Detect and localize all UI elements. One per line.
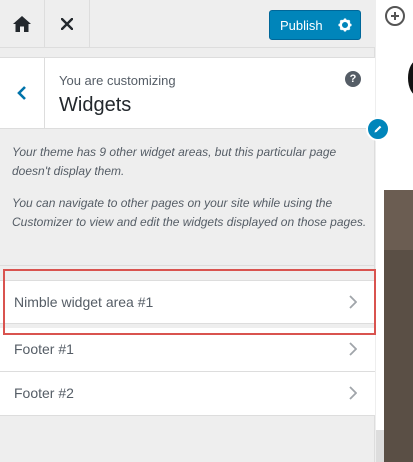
home-icon (13, 15, 31, 32)
chevron-right-icon (349, 295, 357, 309)
close-button[interactable] (45, 0, 90, 47)
widget-areas-notice: Your theme has 9 other widget areas, but… (12, 143, 368, 245)
close-icon (61, 17, 73, 30)
divider (0, 265, 375, 266)
widget-area-nimble[interactable]: Nimble widget area #1 (0, 280, 375, 324)
customizing-label: You are customizing (59, 73, 176, 88)
widget-area-label: Footer #1 (14, 341, 74, 357)
chevron-right-icon (349, 386, 357, 400)
edit-shortcut-icon[interactable] (366, 117, 390, 141)
home-button[interactable] (0, 0, 45, 47)
widget-area-label: Nimble widget area #1 (14, 294, 154, 310)
notice-text-1: Your theme has 9 other widget areas, but… (12, 145, 337, 178)
customizer-header: Publish (0, 0, 375, 48)
widget-area-footer-2[interactable]: Footer #2 (0, 372, 375, 416)
widget-area-label: Footer #2 (14, 385, 74, 401)
chevron-left-icon (17, 86, 26, 100)
publish-label: Publish (280, 17, 323, 33)
back-button[interactable] (0, 58, 45, 128)
publish-button[interactable]: Publish (269, 10, 361, 40)
widget-area-footer-1[interactable]: Footer #1 (0, 328, 375, 372)
section-header: You are customizing Widgets ? (0, 57, 375, 129)
notice-text-2: You can navigate to other pages on your … (12, 196, 367, 229)
chevron-right-icon (349, 342, 357, 356)
section-title: Widgets (59, 94, 132, 116)
gear-icon[interactable] (331, 11, 360, 39)
add-icon[interactable] (385, 6, 405, 26)
preview-gutter (376, 430, 384, 462)
preview-image-top (384, 190, 413, 250)
customizer-sidebar: Publish You are customizing Widgets ? Yo… (0, 0, 376, 462)
help-icon[interactable]: ? (345, 71, 361, 87)
